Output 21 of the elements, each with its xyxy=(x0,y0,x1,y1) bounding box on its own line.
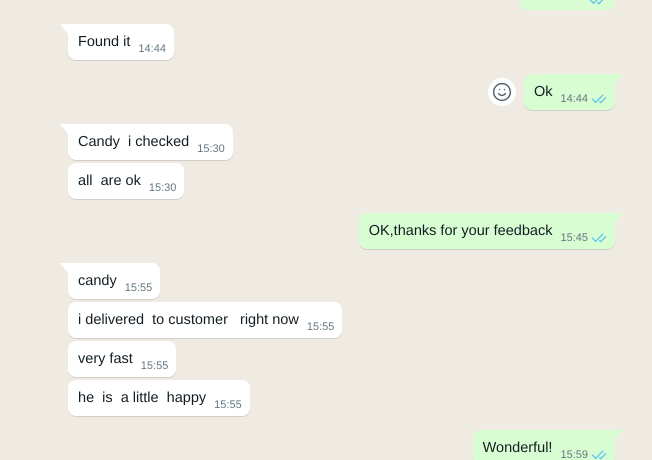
message-time: 15:45 xyxy=(560,230,588,246)
message-time: 15:55 xyxy=(124,281,152,296)
message-text: Wonderful! xyxy=(482,439,552,458)
message-text: all are ok xyxy=(78,172,141,191)
message-text: Found it xyxy=(78,33,130,52)
message-time: 15:55 xyxy=(306,320,334,335)
message-time: 15:59 xyxy=(560,448,588,460)
message-time: 15:55 xyxy=(214,398,242,413)
message-time: 15:30 xyxy=(148,181,176,196)
message-time: 14:44 xyxy=(560,92,588,106)
message-time: 14:44 xyxy=(138,42,166,57)
message-text: OK,thanks for your feedback xyxy=(368,222,552,241)
emoji-react-button[interactable] xyxy=(488,78,516,106)
message-time: 15:30 xyxy=(197,142,225,157)
message-text: he is a little happy xyxy=(78,389,206,408)
message-text: Candy i checked xyxy=(78,133,190,152)
message-text: i delivered to customer right now xyxy=(78,311,299,330)
message-text: very fast xyxy=(78,350,133,369)
message-text: candy xyxy=(78,272,117,291)
message-text: Ok xyxy=(534,83,552,102)
message-time: 15:55 xyxy=(140,359,168,374)
